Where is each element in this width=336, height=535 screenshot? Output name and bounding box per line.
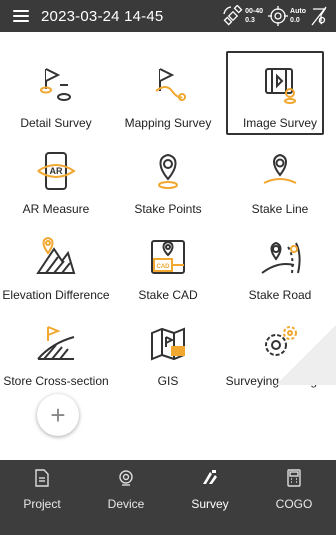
tile-stake-cad[interactable]: CAD Stake CAD <box>112 226 224 312</box>
tile-label: Elevation Difference <box>2 288 110 302</box>
tile-mapping-survey[interactable]: Mapping Survey <box>112 54 224 140</box>
menu-icon[interactable] <box>13 10 29 22</box>
tile-ar-measure[interactable]: AR AR Measure <box>0 140 112 226</box>
no-signal-icon[interactable] <box>310 5 328 27</box>
cad-icon-text: CAD <box>157 264 171 270</box>
nav-label: Device <box>107 497 145 511</box>
solution-status[interactable]: Auto 0.0 <box>267 5 306 27</box>
nav-survey[interactable]: Survey <box>168 460 252 535</box>
add-button[interactable]: + <box>37 394 79 436</box>
datetime-label: 2023-03-24 14-45 <box>41 7 164 25</box>
ar-icon-text: AR <box>50 166 63 176</box>
project-icon <box>34 468 50 488</box>
nav-cogo[interactable]: COGO <box>252 460 336 535</box>
selection-frame <box>226 51 324 135</box>
ar-measure-icon: AR <box>32 148 80 194</box>
tile-label: Store Cross-section <box>3 374 109 388</box>
mapping-survey-icon <box>144 62 192 108</box>
status-bar: 2023-03-24 14-45 00-40 0.3 Auto 0.0 <box>0 0 336 32</box>
nav-label: COGO <box>275 497 313 511</box>
satellite-status[interactable]: 00-40 0.3 <box>222 5 263 27</box>
tile-label: Stake Line <box>251 202 309 216</box>
tile-store-cross-section[interactable]: Store Cross-section <box>0 312 112 398</box>
tile-elevation-difference[interactable]: Elevation Difference <box>0 226 112 312</box>
elevation-difference-icon <box>32 234 80 280</box>
tile-stake-line[interactable]: Stake Line <box>224 140 336 226</box>
survey-icon <box>200 468 220 488</box>
tile-image-survey[interactable]: Image Survey <box>224 51 336 140</box>
tile-label: Stake Points <box>134 202 202 216</box>
nav-project[interactable]: Project <box>0 460 84 535</box>
gis-icon <box>144 320 192 366</box>
tile-label: AR Measure <box>22 202 90 216</box>
tile-stake-road[interactable]: Stake Road <box>224 226 336 312</box>
corner-decoration <box>276 325 336 385</box>
tile-detail-survey[interactable]: Detail Survey <box>0 54 112 140</box>
device-icon <box>117 468 135 488</box>
nav-label: Survey <box>191 497 229 511</box>
satellite-count: 00-40 <box>245 8 264 15</box>
stake-line-icon <box>256 148 304 194</box>
store-cross-section-icon <box>32 320 80 366</box>
stake-cad-icon: CAD <box>144 234 192 280</box>
solution-value: 0.0 <box>290 17 300 24</box>
nav-label: Project <box>23 497 61 511</box>
tile-label: Mapping Survey <box>124 116 212 130</box>
stake-road-icon <box>256 234 304 280</box>
tile-stake-points[interactable]: Stake Points <box>112 140 224 226</box>
tile-label: Detail Survey <box>20 116 92 130</box>
solution-mode: Auto <box>290 8 306 15</box>
tile-label: Stake Road <box>248 288 312 302</box>
nav-device[interactable]: Device <box>84 460 168 535</box>
cogo-icon <box>286 468 302 488</box>
satellite-icon <box>223 5 243 26</box>
detail-survey-icon <box>32 62 80 108</box>
tile-gis[interactable]: GIS <box>112 312 224 398</box>
tile-label: GIS <box>157 374 179 388</box>
crosshair-icon <box>268 6 289 26</box>
satellite-precision: 0.3 <box>245 17 255 24</box>
bottom-nav: Project Device Survey COGO <box>0 460 336 535</box>
add-label <box>0 444 116 452</box>
stake-points-icon <box>144 148 192 194</box>
tile-label: Stake CAD <box>138 288 198 302</box>
